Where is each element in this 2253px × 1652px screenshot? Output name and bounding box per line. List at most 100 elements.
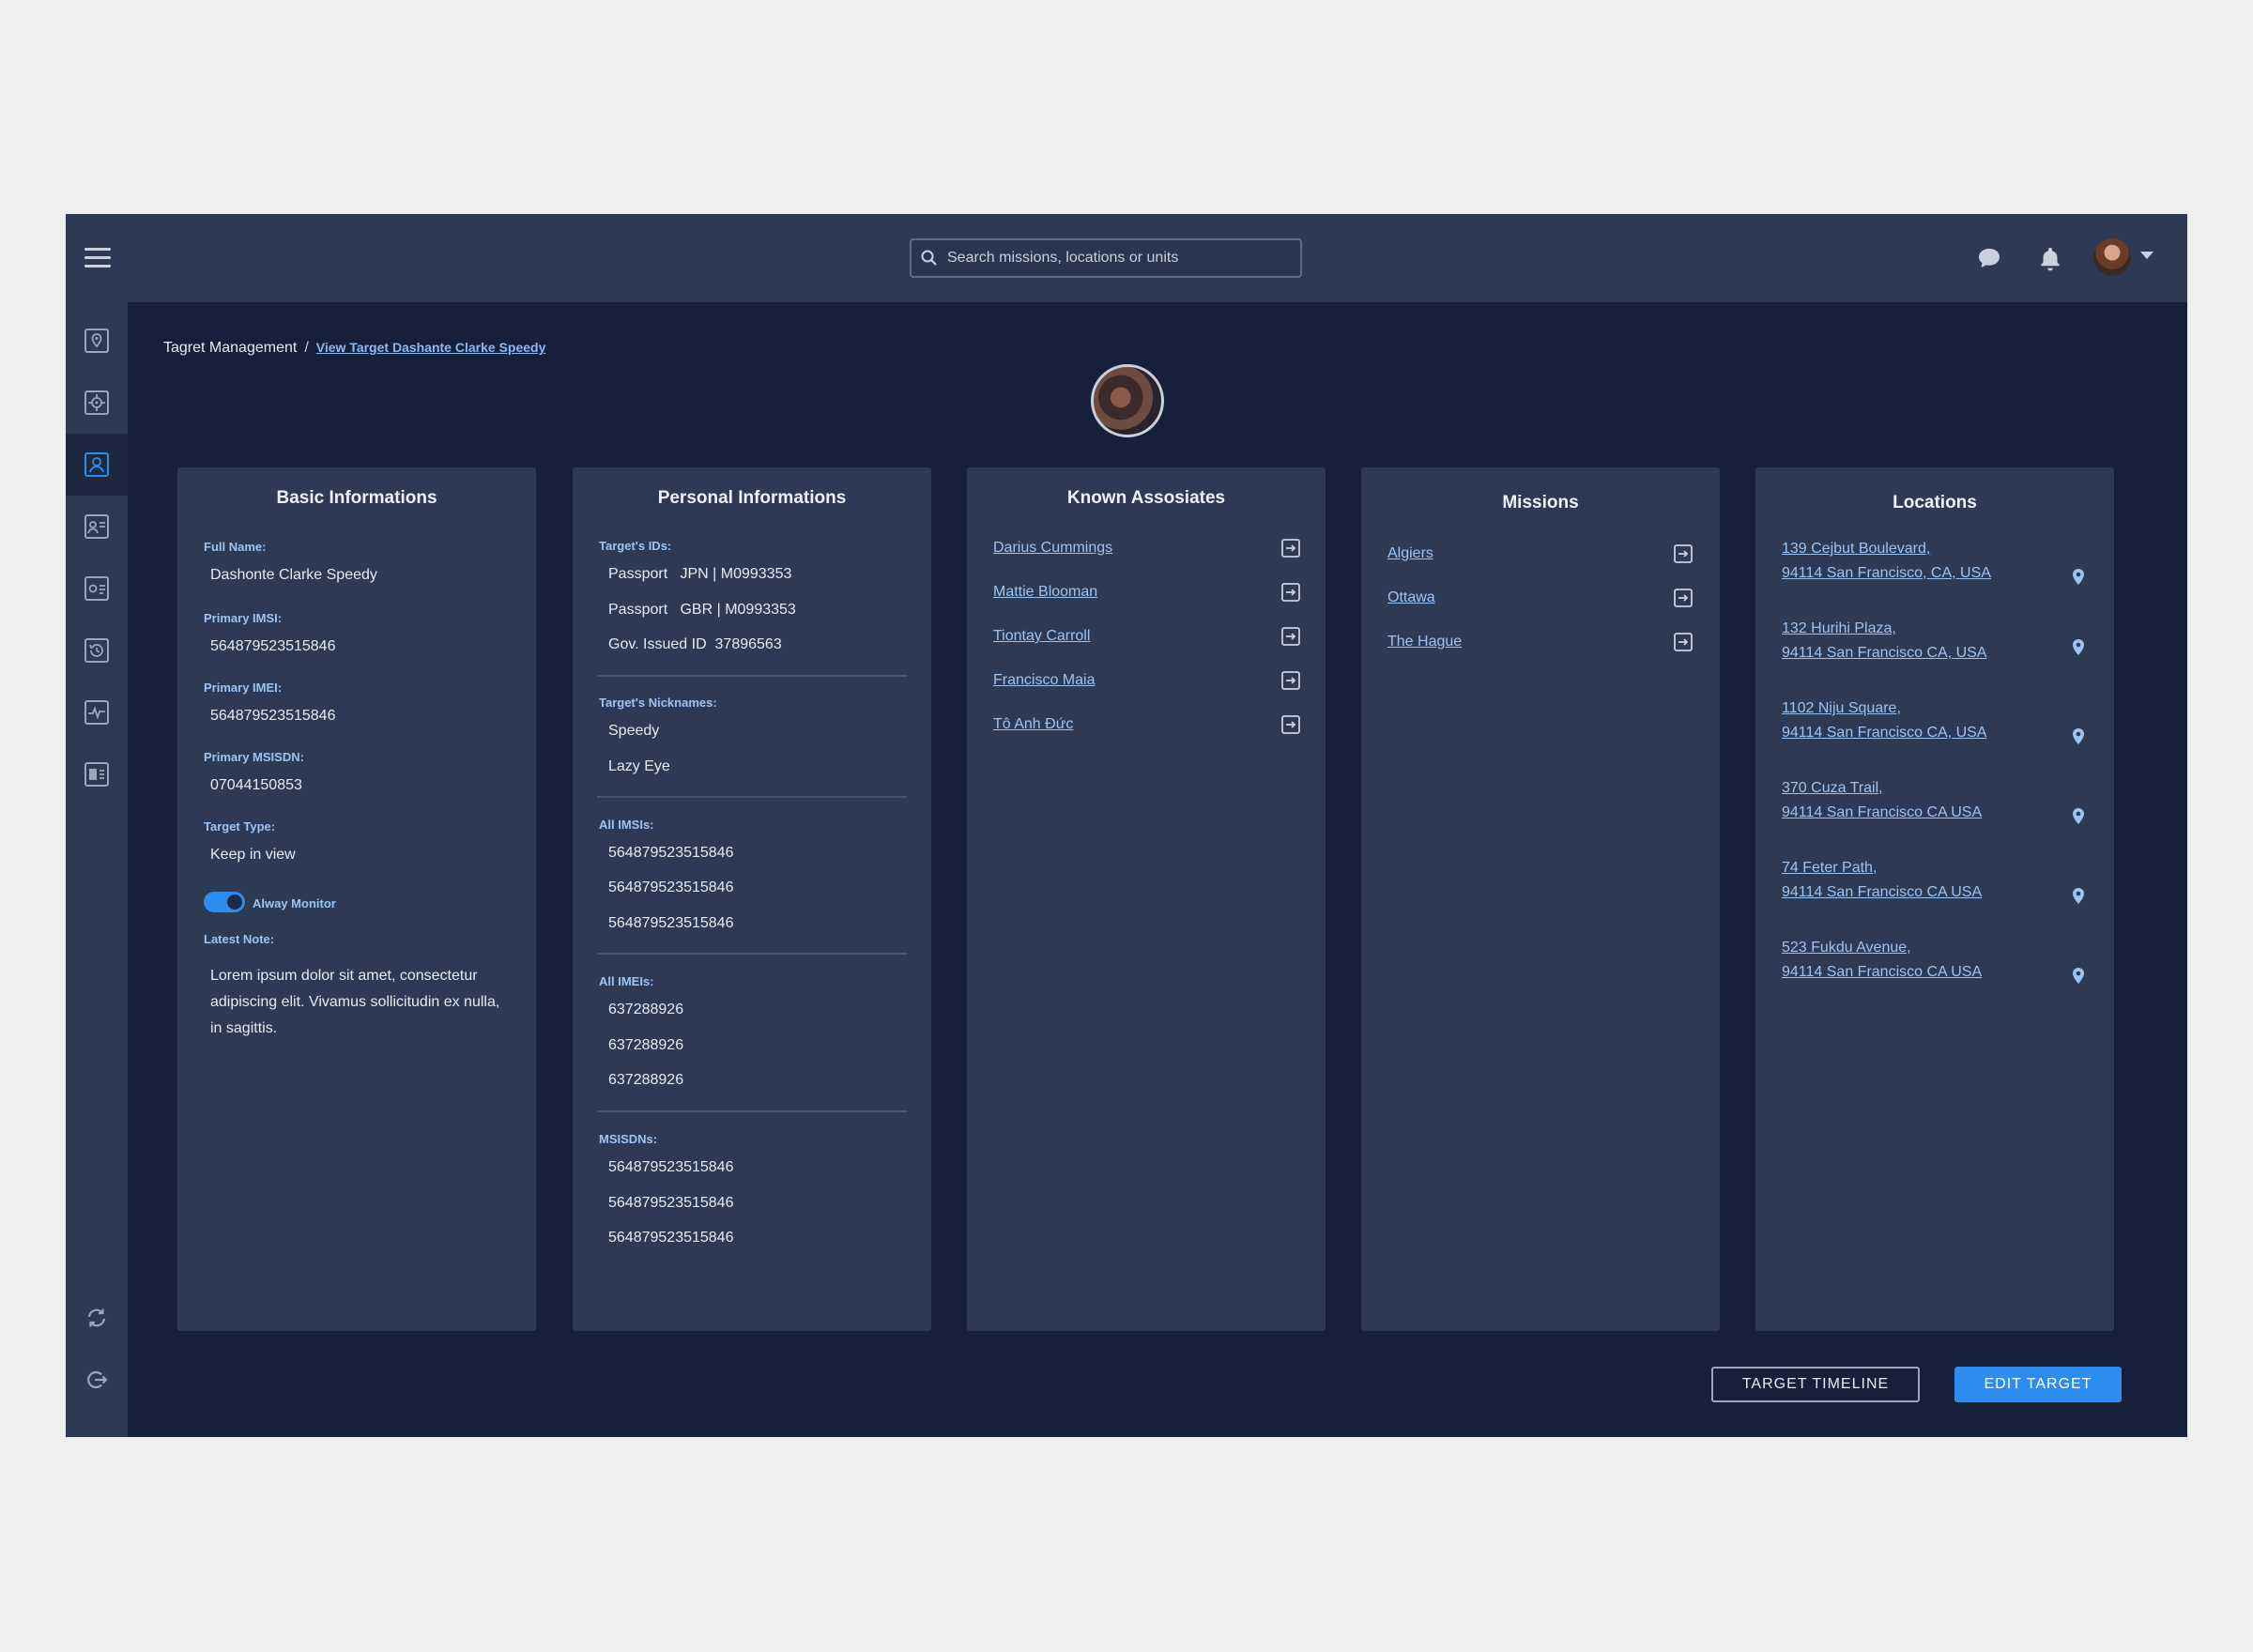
imsi-value: 564879523515846 <box>210 638 336 654</box>
logout-button[interactable] <box>66 1349 128 1411</box>
divider <box>597 675 907 677</box>
bell-icon[interactable] <box>2034 242 2066 274</box>
card-title: Basic Informations <box>276 488 437 508</box>
open-link-icon[interactable] <box>1280 626 1301 647</box>
always-monitor-toggle[interactable] <box>204 892 245 912</box>
imei-value: 564879523515846 <box>210 708 336 724</box>
sidebar-item-targets[interactable] <box>66 434 128 496</box>
sidebar <box>66 302 128 1437</box>
sync-icon <box>87 1308 106 1327</box>
id-row: Passport GBR | M0993353 <box>608 602 796 618</box>
latest-note-label: Latest Note: <box>204 932 275 946</box>
open-link-icon[interactable] <box>1280 670 1301 691</box>
location-link[interactable]: 1102 Niju Square, 94114 San Francisco CA,… <box>1782 696 1986 745</box>
location-line2: 94114 San Francisco CA, USA <box>1782 725 1987 741</box>
dashboard-icon <box>84 762 109 787</box>
location-link[interactable]: 370 Cuza Trail, 94114 San Francisco CA US… <box>1782 776 1982 825</box>
avatar[interactable] <box>2093 238 2131 276</box>
imei-item: 637288926 <box>608 1072 684 1088</box>
open-link-icon[interactable] <box>1280 714 1301 735</box>
location-pin-icon[interactable] <box>2071 966 2086 987</box>
target-ids-label: Target's IDs: <box>599 539 672 553</box>
sidebar-item-map[interactable] <box>66 310 128 372</box>
imei-item: 637288926 <box>608 1037 684 1053</box>
sidebar-item-contacts[interactable] <box>66 496 128 558</box>
location-link[interactable]: 139 Cejbut Boulevard, 94114 San Francisco… <box>1782 537 1991 586</box>
associate-link[interactable]: Francisco Maia <box>993 672 1095 689</box>
missions-card: Missions Algiers Ottawa The Hague <box>1361 467 1720 1331</box>
imei-item: 637288926 <box>608 1002 684 1017</box>
sync-button[interactable] <box>66 1287 128 1349</box>
location-pin-icon[interactable] <box>2071 567 2086 588</box>
msisdn-label: Primary MSISDN: <box>204 750 304 764</box>
full-name-label: Full Name: <box>204 540 267 554</box>
breadcrumb-separator: / <box>304 340 309 356</box>
nicknames-label: Target's Nicknames: <box>599 696 717 710</box>
divider <box>597 953 907 955</box>
search-icon <box>921 250 937 266</box>
msisdn-item: 564879523515846 <box>608 1230 734 1246</box>
sidebar-item-targeting[interactable] <box>66 372 128 434</box>
top-bar <box>66 214 2187 302</box>
edit-target-button[interactable]: EDIT TARGET <box>1954 1367 2122 1402</box>
imsi-item: 564879523515846 <box>608 880 734 895</box>
sidebar-item-dashboard[interactable] <box>66 743 128 805</box>
target-photo <box>1091 364 1164 437</box>
breadcrumb-root[interactable]: Tagret Management <box>163 340 297 356</box>
location-link[interactable]: 74 Feter Path, 94114 San Francisco CA USA <box>1782 856 1982 905</box>
associate-link[interactable]: Tiontay Carroll <box>993 628 1090 645</box>
latest-note-text: Lorem ipsum dolor sit amet, consectetur … <box>210 968 500 1036</box>
target-timeline-button[interactable]: TARGET TIMELINE <box>1711 1367 1920 1402</box>
target-scope-icon <box>84 390 109 415</box>
location-line1: 132 Hurihi Plaza, <box>1782 620 1896 636</box>
sidebar-item-history[interactable] <box>66 620 128 681</box>
associate-link[interactable]: Tô Anh Đức <box>993 716 1073 733</box>
location-link[interactable]: 523 Fukdu Avenue, 94114 San Francisco CA … <box>1782 936 1982 985</box>
caret-down-icon[interactable] <box>2140 252 2153 259</box>
app-window: Tagret Management / View Target Dashante C… <box>66 214 2187 1437</box>
id-row: Gov. Issued ID 37896563 <box>608 636 782 652</box>
associate-link[interactable]: Mattie Blooman <box>993 584 1097 601</box>
menu-icon[interactable] <box>84 242 111 274</box>
location-link[interactable]: 132 Hurihi Plaza, 94114 San Francisco CA,… <box>1782 617 1986 665</box>
location-pin-icon[interactable] <box>2071 886 2086 907</box>
imsi-label: Primary IMSI: <box>204 611 283 625</box>
locations-card: Locations 139 Cejbut Boulevard, 94114 San… <box>1755 467 2114 1331</box>
open-link-icon[interactable] <box>1280 538 1301 558</box>
open-link-icon[interactable] <box>1673 632 1694 652</box>
location-pin-icon[interactable] <box>2071 727 2086 747</box>
breadcrumb-current[interactable]: View Target Dashante Clarke Speedy <box>316 340 546 355</box>
person-target-icon <box>84 452 109 477</box>
personal-info-card: Personal Informations Target's IDs: Pass… <box>573 467 931 1331</box>
search-box[interactable] <box>910 238 1302 278</box>
location-line2: 94114 San Francisco CA USA <box>1782 804 1983 820</box>
open-link-icon[interactable] <box>1673 588 1694 608</box>
associate-link[interactable]: Darius Cummings <box>993 540 1112 557</box>
location-pin-icon[interactable] <box>2071 637 2086 658</box>
nickname-item: Speedy <box>608 723 660 739</box>
mission-link[interactable]: Ottawa <box>1387 589 1435 606</box>
mission-link[interactable]: Algiers <box>1387 545 1433 562</box>
sidebar-item-activity[interactable] <box>66 681 128 743</box>
location-line2: 94114 San Francisco CA USA <box>1782 964 1983 980</box>
open-link-icon[interactable] <box>1280 582 1301 603</box>
msisdn-item: 564879523515846 <box>608 1159 734 1175</box>
open-link-icon[interactable] <box>1673 543 1694 564</box>
location-pin-icon[interactable] <box>2071 806 2086 827</box>
location-line1: 523 Fukdu Avenue, <box>1782 940 1911 956</box>
known-associates-card: Known Assosiates Darius Cummings Mattie B… <box>967 467 1326 1331</box>
logout-icon <box>87 1370 108 1389</box>
always-monitor-label: Alway Monitor <box>253 896 336 910</box>
mission-link[interactable]: The Hague <box>1387 634 1462 650</box>
contact-card-icon <box>84 514 109 539</box>
location-line1: 370 Cuza Trail, <box>1782 780 1883 796</box>
basic-info-card: Basic Informations Full Name: Dashonte C… <box>177 467 536 1331</box>
sidebar-item-ids[interactable] <box>66 558 128 620</box>
target-type-value: Keep in view <box>210 847 296 863</box>
history-icon <box>84 638 109 663</box>
search-input[interactable] <box>947 250 1285 267</box>
imsi-item: 564879523515846 <box>608 915 734 931</box>
imei-label: Primary IMEI: <box>204 681 283 695</box>
card-title: Known Assosiates <box>1066 488 1226 508</box>
chat-icon[interactable] <box>1973 242 2005 274</box>
